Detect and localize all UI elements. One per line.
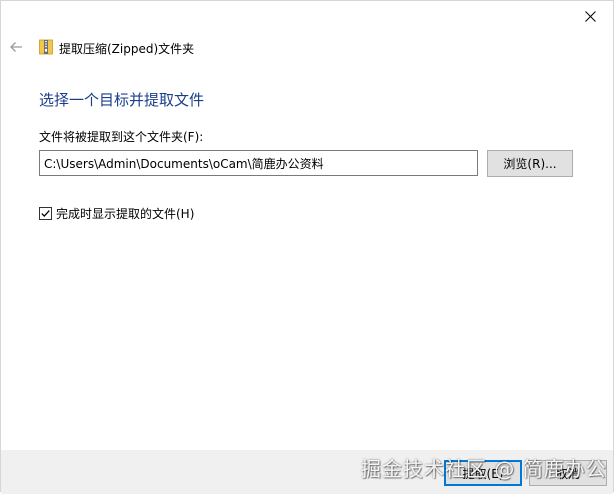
cancel-button[interactable]: 取消: [529, 460, 607, 486]
title-row: 提取压缩(Zipped)文件夹: [1, 32, 613, 62]
show-files-label: 完成时显示提取的文件(H): [56, 206, 195, 221]
show-files-checkbox[interactable]: [39, 206, 52, 220]
checkmark-icon: [41, 209, 50, 217]
show-files-option[interactable]: 完成时显示提取的文件(H): [39, 205, 194, 221]
back-arrow-icon[interactable]: [7, 38, 25, 56]
dialog-footer: 提取(E) 取消: [1, 450, 613, 494]
extract-dialog-window: 提取压缩(Zipped)文件夹 选择一个目标并提取文件 文件将被提取到这个文件夹…: [0, 0, 614, 494]
destination-label: 文件将被提取到这个文件夹(F):: [39, 130, 204, 144]
browse-button[interactable]: 浏览(R)...: [487, 150, 573, 177]
zip-folder-icon: [39, 39, 53, 55]
extract-button[interactable]: 提取(E): [444, 460, 522, 486]
close-icon: [584, 11, 596, 22]
page-heading: 选择一个目标并提取文件: [39, 91, 205, 109]
window-title: 提取压缩(Zipped)文件夹: [59, 42, 195, 56]
destination-path-input[interactable]: [39, 150, 478, 176]
close-button[interactable]: [567, 1, 613, 32]
